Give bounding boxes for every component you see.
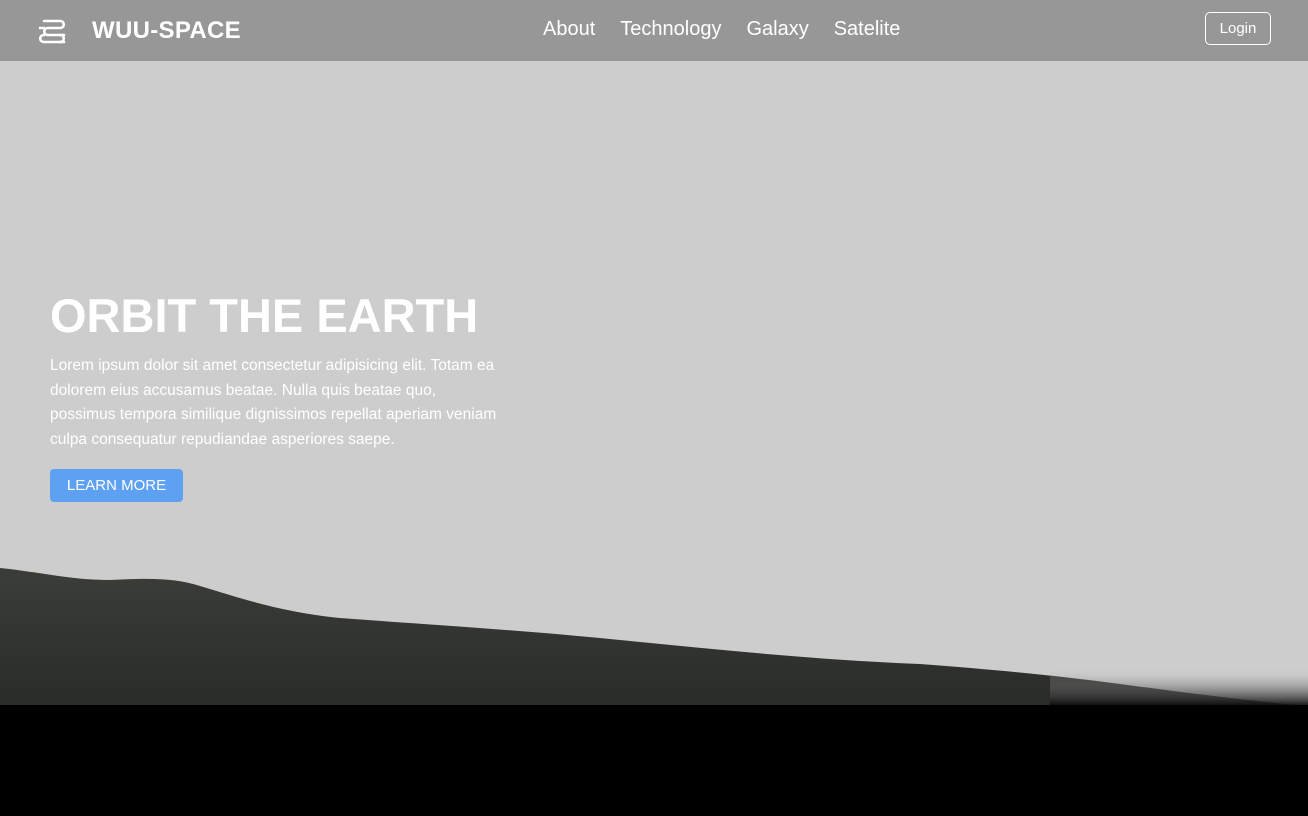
login-button[interactable]: Login — [1205, 12, 1271, 45]
ground-shadow — [0, 705, 1308, 816]
hero-title: ORBIT THE EARTH — [50, 289, 479, 342]
nav-link-galaxy[interactable]: Galaxy — [746, 18, 808, 41]
brand-name: WUU-SPACE — [92, 17, 241, 44]
nav-link-technology[interactable]: Technology — [620, 18, 721, 41]
learn-more-button[interactable]: LEARN MORE — [50, 469, 183, 502]
hero-description: Lorem ipsum dolor sit amet consectetur a… — [50, 357, 497, 448]
top-navbar: WUU-SPACE About Technology Galaxy Sateli… — [0, 0, 1308, 61]
nav-link-satelite[interactable]: Satelite — [834, 18, 901, 41]
wave-logo-icon — [38, 19, 66, 44]
brand[interactable]: WUU-SPACE — [36, 13, 241, 49]
hero-content: ORBIT THE EARTH Lorem ipsum dolor sit am… — [50, 288, 510, 502]
nav-link-about[interactable]: About — [543, 18, 595, 41]
main-nav: About Technology Galaxy Satelite — [543, 18, 900, 41]
